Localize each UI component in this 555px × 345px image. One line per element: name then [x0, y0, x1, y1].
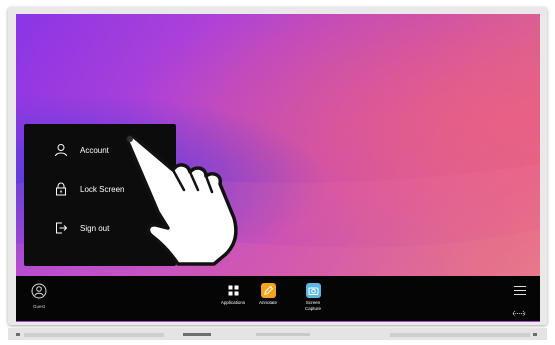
menu-item-account[interactable]: Account	[24, 132, 176, 168]
annotate-button[interactable]: Annotate	[248, 283, 288, 306]
guest-label: Guest	[32, 304, 45, 309]
applications-label: Applications	[220, 300, 246, 305]
front-port-panel	[183, 333, 211, 336]
screen-capture-tile	[305, 283, 321, 298]
menu-item-label: Account	[80, 145, 109, 155]
avatar-icon	[31, 283, 47, 299]
hamburger-icon	[514, 286, 526, 295]
front-indicator-left	[16, 333, 20, 336]
lock-icon	[56, 182, 66, 196]
person-icon	[55, 144, 67, 157]
speaker-grille-left	[24, 333, 164, 337]
swap-arrows-icon	[512, 310, 526, 317]
screen-capture-label-line2: Capture	[304, 306, 321, 311]
user-menu: Account Lock Screen Sign out	[24, 124, 176, 266]
pen-icon	[263, 285, 273, 296]
hamburger-menu-button[interactable]	[514, 282, 526, 300]
menu-item-label: Lock Screen	[80, 184, 125, 194]
menu-item-sign-out[interactable]: Sign out	[24, 210, 176, 246]
taskbar: Guest Applications Annotate Screen Captu…	[16, 276, 540, 322]
guest-user-button[interactable]: Guest	[30, 283, 48, 310]
speaker-grille-right	[390, 333, 530, 337]
front-indicator-right	[533, 333, 537, 336]
menu-item-lock-screen[interactable]: Lock Screen	[24, 171, 176, 207]
grid-icon	[228, 285, 238, 296]
sign-out-icon	[56, 222, 68, 234]
annotate-tile	[260, 283, 276, 298]
camera-icon	[308, 287, 318, 295]
screen-capture-button[interactable]: Screen Capture	[293, 283, 333, 312]
applications-button[interactable]: Applications	[213, 283, 253, 306]
menu-item-label: Sign out	[80, 223, 110, 233]
applications-tile	[226, 283, 241, 298]
taskbar-toggle-button[interactable]	[512, 304, 526, 322]
annotate-label: Annotate	[258, 300, 277, 305]
front-control-buttons[interactable]	[256, 333, 310, 336]
